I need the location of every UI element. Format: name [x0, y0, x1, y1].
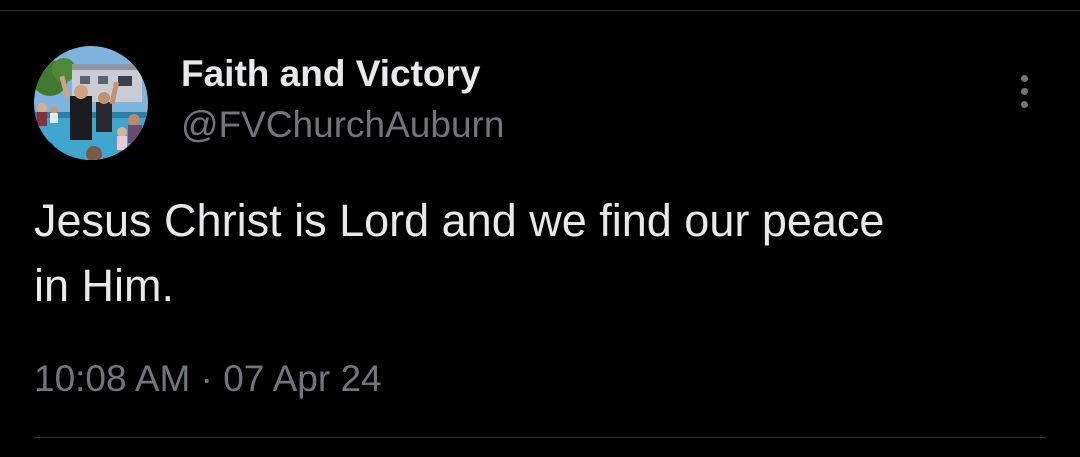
author-handle[interactable]: @FVChurchAuburn — [181, 103, 504, 147]
more-vertical-icon-dot — [1020, 87, 1028, 95]
tweet-timestamp[interactable]: 10:08 AM · 07 Apr 24 — [34, 357, 382, 401]
avatar-photo — [34, 46, 148, 160]
bottom-divider — [34, 437, 1046, 438]
avatar[interactable] — [34, 46, 148, 160]
more-vertical-icon — [1020, 74, 1028, 82]
tweet-text: Jesus Christ is Lord and we find our pea… — [34, 195, 885, 311]
top-divider — [0, 10, 1080, 11]
author-display-name[interactable]: Faith and Victory — [181, 52, 481, 96]
more-vertical-icon-dot — [1020, 100, 1028, 108]
more-options-button[interactable] — [1004, 68, 1044, 114]
